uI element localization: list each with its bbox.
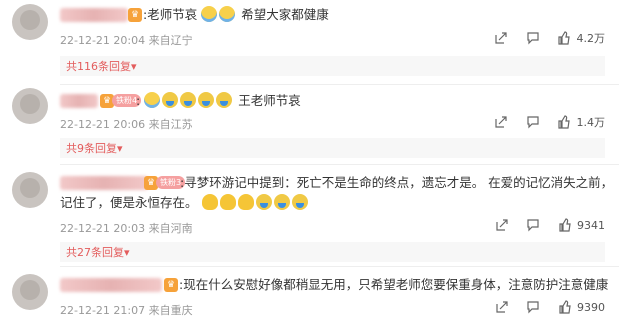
like-count: 4.2万 — [576, 32, 606, 45]
thumb-up-icon[interactable] — [557, 31, 571, 45]
username-blurred[interactable] — [60, 8, 128, 22]
timestamp: 22-12-21 20:03 — [60, 222, 146, 235]
username-blurred[interactable] — [60, 278, 162, 292]
location: 来自河南 — [148, 222, 193, 235]
comment-meta: 22-12-21 21:07 来自重庆 — [60, 302, 193, 318]
avatar[interactable] — [12, 274, 48, 310]
hope-emoji-icon — [255, 194, 272, 210]
timestamp: 22-12-21 20:06 — [60, 118, 146, 131]
timestamp: 22-12-21 20:04 — [60, 34, 146, 47]
avatar[interactable] — [12, 172, 48, 208]
hope-emoji-icon — [180, 92, 197, 108]
share-icon[interactable] — [494, 115, 508, 129]
hope-emoji-icon — [198, 92, 215, 108]
username-blurred[interactable] — [60, 94, 98, 108]
caret-down-icon: ▾ — [131, 60, 137, 73]
comment-icon[interactable] — [526, 300, 540, 314]
divider — [60, 164, 619, 165]
location: 来自辽宁 — [148, 34, 193, 47]
hope-emoji-icon — [291, 194, 308, 210]
like-count: 9390 — [577, 300, 605, 314]
comment-meta: 22-12-21 20:03 来自河南 — [60, 220, 193, 236]
vip-crown-icon: ♛ — [128, 8, 142, 22]
crying-emoji-icon — [201, 6, 218, 22]
comment-text-line2: 记住了，便是永恒存在。 — [60, 192, 310, 214]
action-bar: 1.4万 — [480, 114, 605, 130]
divider — [60, 266, 619, 267]
timestamp: 22-12-21 21:07 — [60, 304, 146, 317]
username-blurred[interactable] — [60, 176, 148, 190]
comment-icon[interactable] — [526, 115, 540, 129]
location: 来自重庆 — [148, 304, 193, 317]
reply-summary[interactable]: 共27条回复▾ — [60, 242, 605, 262]
share-icon[interactable] — [495, 300, 509, 314]
caret-down-icon: ▾ — [124, 246, 130, 259]
hope-emoji-icon — [216, 92, 233, 108]
divider — [60, 84, 619, 85]
candle-emoji-icon — [201, 194, 218, 210]
thumb-up-icon[interactable] — [557, 115, 571, 129]
hope-emoji-icon — [273, 194, 290, 210]
hope-emoji-icon — [162, 92, 179, 108]
reply-summary[interactable]: 共9条回复▾ — [60, 138, 605, 158]
comment-text: :老师节哀 希望大家都健康 — [143, 6, 329, 22]
share-icon[interactable] — [494, 31, 508, 45]
candle-emoji-icon — [219, 194, 236, 210]
caret-down-icon: ▾ — [117, 142, 123, 155]
reply-summary[interactable]: 共116条回复▾ — [60, 56, 605, 76]
comment-text: : 王老师节哀 — [136, 92, 301, 108]
action-bar: 9341 — [481, 218, 605, 232]
vip-crown-icon: ♛ — [164, 278, 178, 292]
thumb-up-icon[interactable] — [558, 218, 572, 232]
comment-icon[interactable] — [526, 218, 540, 232]
like-count: 9341 — [577, 218, 605, 232]
comment-meta: 22-12-21 20:06 来自江苏 — [60, 116, 193, 132]
comment-text: :寻梦环游记中提到：死亡不是生命的终点，遗忘才是。 在爱的记忆消失之前， — [180, 175, 614, 190]
action-bar: 9390 — [481, 300, 605, 314]
comment-icon[interactable] — [526, 31, 540, 45]
crying-emoji-icon — [219, 6, 236, 22]
location: 来自江苏 — [148, 118, 193, 131]
share-icon[interactable] — [495, 218, 509, 232]
thumb-up-icon[interactable] — [558, 300, 572, 314]
action-bar: 4.2万 — [480, 30, 605, 46]
like-count: 1.4万 — [576, 116, 606, 129]
crying-emoji-icon — [144, 92, 161, 108]
comment-meta: 22-12-21 20:04 来自辽宁 — [60, 32, 193, 48]
avatar[interactable] — [12, 88, 48, 124]
candle-emoji-icon — [237, 194, 254, 210]
comment-text: :现在什么安慰好像都稍显无用，只希望老师您要保重身体，注意防护注意健康 — [179, 277, 609, 292]
avatar[interactable] — [12, 4, 48, 40]
